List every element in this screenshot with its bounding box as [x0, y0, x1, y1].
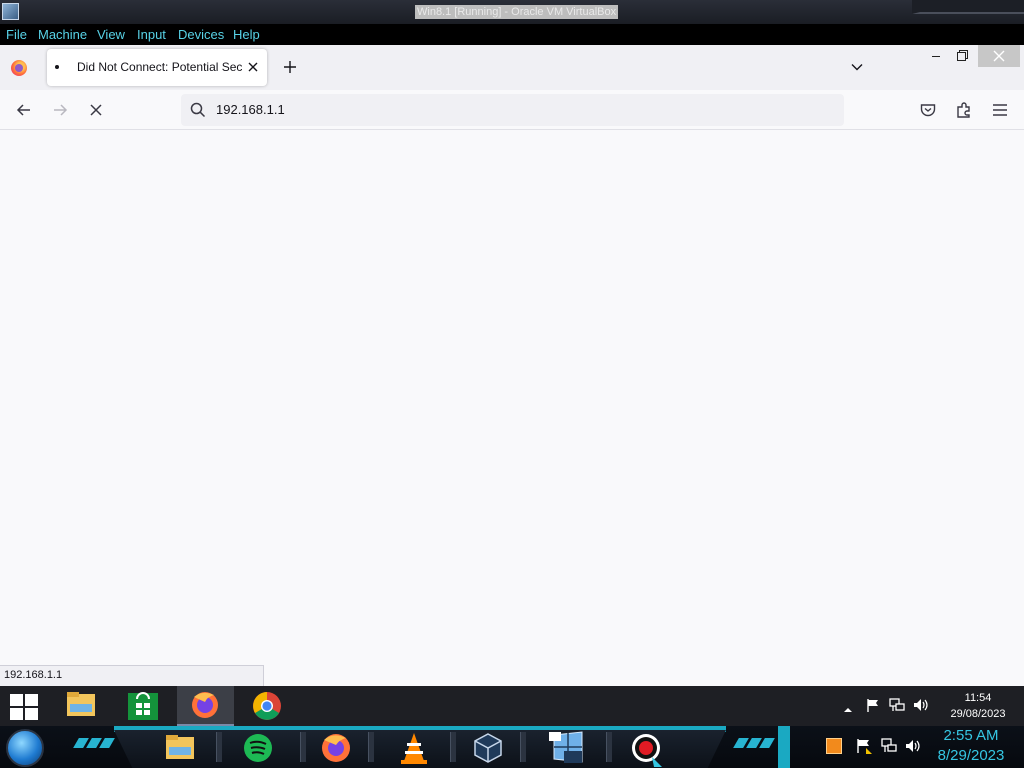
menu-help[interactable]: Help [233, 27, 260, 42]
chevron-down-icon [851, 64, 863, 71]
taskbar-divider [450, 732, 456, 762]
deco-chevron [99, 738, 115, 748]
virtualbox-icon[interactable] [466, 729, 510, 767]
chevron-up-icon[interactable] [843, 700, 853, 712]
windows-logo-pane [25, 708, 38, 720]
taskbar-divider [520, 732, 526, 762]
taskbar-divider [606, 732, 612, 762]
volume-icon[interactable] [904, 737, 922, 755]
arrow-left-icon [16, 104, 30, 116]
tab-active[interactable]: Did Not Connect: Potential Security Issu… [47, 49, 267, 86]
menu-devices[interactable]: Devices [178, 27, 224, 42]
menu-input[interactable]: Input [137, 27, 166, 42]
vbox-menubar: File Machine View Input Devices Help [0, 24, 1024, 45]
pocket-icon [920, 104, 936, 117]
windows-logo-pane [10, 708, 23, 720]
windows-logo-icon [10, 694, 23, 706]
host-clock-date[interactable]: 8/29/2023 [928, 747, 1014, 764]
virtualbox-icon[interactable] [2, 3, 19, 20]
window-frame-decoration [912, 0, 1024, 14]
network-icon[interactable] [888, 697, 906, 713]
close-icon[interactable] [245, 59, 261, 75]
status-panel: 192.168.1.1 [0, 665, 264, 686]
guest-taskbar: 11:54 29/08/2023 [0, 686, 1024, 726]
plus-icon [284, 61, 296, 73]
page-content-blank [0, 130, 1024, 686]
host-taskbar [0, 726, 1024, 768]
search-icon [189, 101, 207, 119]
firefox-icon[interactable] [314, 729, 358, 767]
list-all-tabs-button[interactable] [849, 59, 865, 75]
url-text[interactable]: 192.168.1.1 [216, 102, 285, 118]
network-icon[interactable] [880, 737, 898, 755]
file-explorer-icon[interactable] [158, 729, 202, 767]
firefox-window: Did Not Connect: Potential Security Issu… [0, 45, 1024, 686]
forward-button[interactable] [50, 100, 70, 120]
arrow-right-icon [54, 104, 68, 116]
recorder-icon[interactable] [624, 729, 668, 767]
firefox-view-icon[interactable] [11, 60, 27, 76]
start-orb-icon[interactable] [6, 729, 44, 767]
close-icon [993, 50, 1005, 62]
tab-attention-dot-icon [55, 65, 59, 69]
menu-file[interactable]: File [6, 27, 27, 42]
start-button[interactable] [10, 694, 38, 720]
tab-strip: Did Not Connect: Potential Security Issu… [0, 45, 1024, 90]
taskbar-divider [216, 732, 222, 762]
menu-view[interactable]: View [97, 27, 125, 42]
url-bar[interactable]: 192.168.1.1 [181, 94, 844, 126]
action-center-flag-icon[interactable] [855, 737, 873, 755]
file-explorer-icon[interactable] [57, 686, 105, 726]
tray-app-icon[interactable] [826, 738, 842, 754]
host-clock-time[interactable]: 2:55 AM [928, 727, 1014, 744]
taskbar-divider [300, 732, 306, 762]
menu-machine[interactable]: Machine [38, 27, 87, 42]
app-menu-button[interactable] [990, 100, 1010, 120]
screen: Win8.1 [Running] - Oracle VM VirtualBox … [0, 0, 1024, 768]
stop-button[interactable] [86, 100, 106, 120]
hamburger-icon [993, 104, 1007, 116]
back-button[interactable] [14, 100, 34, 120]
new-tab-button[interactable] [281, 58, 299, 76]
win81-vm-icon[interactable] [546, 729, 590, 767]
guest-clock-time[interactable]: 11:54 [940, 692, 1016, 705]
vlc-icon[interactable] [392, 729, 436, 767]
flag-icon[interactable] [865, 697, 881, 713]
deco-chevron [759, 738, 775, 748]
windows-logo-pane [25, 694, 38, 706]
extensions-button[interactable] [954, 100, 974, 120]
restore-button[interactable] [944, 45, 980, 67]
volume-icon[interactable] [912, 697, 930, 713]
puzzle-icon [957, 102, 970, 118]
spotify-icon[interactable] [236, 729, 280, 767]
pocket-button[interactable] [918, 100, 938, 120]
vbox-window-title: Win8.1 [Running] - Oracle VM VirtualBox [415, 5, 619, 19]
taskbar-divider [368, 732, 374, 762]
store-icon[interactable] [119, 686, 167, 726]
window-close-button[interactable] [978, 45, 1020, 67]
vbox-titlebar: Win8.1 [Running] - Oracle VM VirtualBox [0, 0, 1024, 24]
firefox-icon[interactable] [177, 686, 234, 726]
chrome-icon[interactable] [243, 686, 291, 726]
navigation-toolbar: 192.168.1.1 [0, 90, 1024, 130]
stop-icon [90, 104, 102, 116]
show-desktop-button[interactable] [778, 726, 790, 768]
guest-clock-date[interactable]: 29/08/2023 [940, 708, 1016, 721]
tab-title: Did Not Connect: Potential Security Issu… [77, 60, 243, 74]
